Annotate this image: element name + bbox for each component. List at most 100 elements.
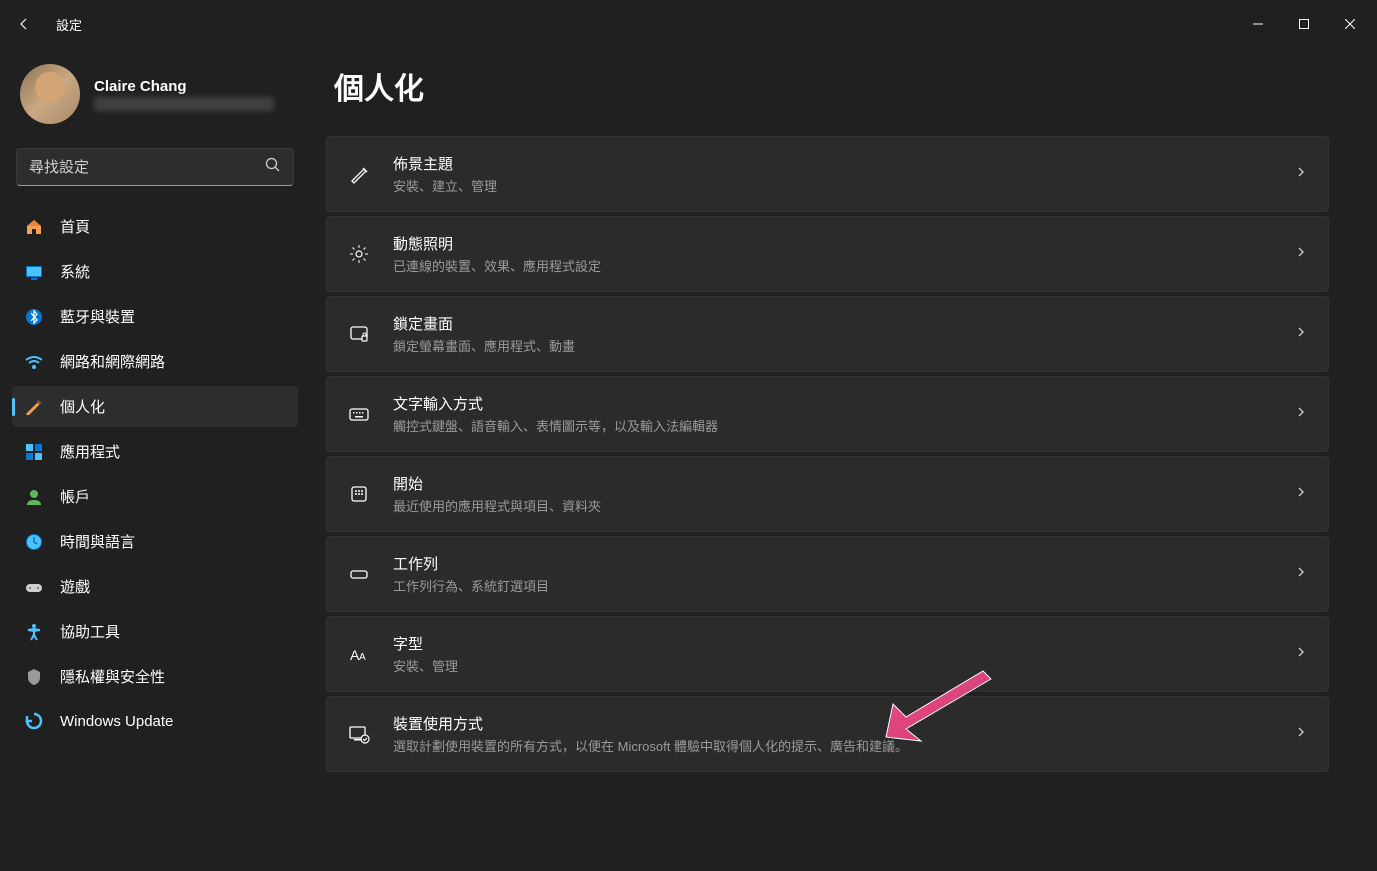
item-desc: 選取計劃使用裝置的所有方式，以便在 Microsoft 體驗中取得個人化的提示、… (393, 736, 1272, 755)
profile-text: Claire Chang (94, 78, 274, 111)
apps-icon (24, 442, 44, 462)
settings-item-keyboard[interactable]: 文字輸入方式 觸控式鍵盤、語音輸入、表情圖示等，以及輸入法編輯器 (326, 376, 1329, 452)
chevron-right-icon (1294, 165, 1308, 184)
profile-email (94, 97, 274, 111)
settings-list: 佈景主題 安裝、建立、管理 動態照明 已連線的裝置、效果、應用程式設定 鎖定畫面… (326, 136, 1329, 772)
lock-icon (347, 322, 371, 346)
item-text: 文字輸入方式 觸控式鍵盤、語音輸入、表情圖示等，以及輸入法編輯器 (393, 393, 1272, 435)
chevron-right-icon (1294, 245, 1308, 264)
keyboard-icon (347, 402, 371, 426)
settings-item-lighting[interactable]: 動態照明 已連線的裝置、效果、應用程式設定 (326, 216, 1329, 292)
minimize-button[interactable] (1235, 8, 1281, 40)
search-input[interactable] (29, 159, 265, 176)
item-title: 工作列 (393, 553, 1272, 574)
lighting-icon (347, 242, 371, 266)
nav-label: 隱私權與安全性 (60, 666, 165, 687)
settings-item-font[interactable]: AA 字型 安裝、管理 (326, 616, 1329, 692)
maximize-button[interactable] (1281, 8, 1327, 40)
nav-label: 個人化 (60, 396, 105, 417)
nav-item-update[interactable]: Windows Update (12, 701, 298, 741)
item-desc: 安裝、建立、管理 (393, 176, 1272, 195)
item-title: 開始 (393, 473, 1272, 494)
chevron-right-icon (1294, 645, 1308, 664)
theme-icon (347, 162, 371, 186)
nav-label: 協助工具 (60, 621, 120, 642)
settings-item-taskbar[interactable]: 工作列 工作列行為、系統釘選項目 (326, 536, 1329, 612)
item-text: 字型 安裝、管理 (393, 633, 1272, 675)
gaming-icon (24, 577, 44, 597)
item-text: 工作列 工作列行為、系統釘選項目 (393, 553, 1272, 595)
content: 個人化 佈景主題 安裝、建立、管理 動態照明 已連線的裝置、效果、應用 (310, 48, 1377, 871)
settings-item-lock[interactable]: 鎖定畫面 鎖定螢幕畫面、應用程式、動畫 (326, 296, 1329, 372)
item-desc: 鎖定螢幕畫面、應用程式、動畫 (393, 336, 1272, 355)
settings-item-usage[interactable]: 裝置使用方式 選取計劃使用裝置的所有方式，以便在 Microsoft 體驗中取得… (326, 696, 1329, 772)
account-icon (24, 487, 44, 507)
svg-text:A: A (359, 652, 366, 663)
item-title: 文字輸入方式 (393, 393, 1272, 414)
nav-item-personalize[interactable]: 個人化 (12, 386, 298, 427)
back-arrow-icon (16, 16, 32, 32)
nav-item-accessibility[interactable]: 協助工具 (12, 611, 298, 652)
settings-item-start[interactable]: 開始 最近使用的應用程式與項目、資料夾 (326, 456, 1329, 532)
profile-section[interactable]: Claire Chang (12, 48, 298, 148)
chevron-right-icon (1294, 485, 1308, 504)
nav-item-account[interactable]: 帳戶 (12, 476, 298, 517)
item-title: 字型 (393, 633, 1272, 654)
accessibility-icon (24, 622, 44, 642)
nav-item-system[interactable]: 系統 (12, 251, 298, 292)
personalize-icon (24, 397, 44, 417)
search-box[interactable] (16, 148, 294, 186)
nav-item-home[interactable]: 首頁 (12, 206, 298, 247)
sidebar: Claire Chang 首頁系統藍牙與裝置網路和網際網路個人化應用程式帳戶時間… (0, 48, 310, 871)
bluetooth-icon (24, 307, 44, 327)
item-desc: 工作列行為、系統釘選項目 (393, 576, 1272, 595)
item-title: 裝置使用方式 (393, 713, 1272, 734)
nav-label: 應用程式 (60, 441, 120, 462)
item-title: 動態照明 (393, 233, 1272, 254)
item-desc: 已連線的裝置、效果、應用程式設定 (393, 256, 1272, 275)
close-button[interactable] (1327, 8, 1373, 40)
taskbar-icon (347, 562, 371, 586)
item-title: 鎖定畫面 (393, 313, 1272, 334)
item-desc: 最近使用的應用程式與項目、資料夾 (393, 496, 1272, 515)
nav-label: 網路和網際網路 (60, 351, 165, 372)
nav-item-bluetooth[interactable]: 藍牙與裝置 (12, 296, 298, 337)
nav-item-time[interactable]: 時間與語言 (12, 521, 298, 562)
minimize-icon (1253, 19, 1263, 29)
page-title: 個人化 (326, 64, 1329, 108)
item-text: 裝置使用方式 選取計劃使用裝置的所有方式，以便在 Microsoft 體驗中取得… (393, 713, 1272, 755)
nav-label: Windows Update (60, 713, 173, 730)
font-icon: AA (347, 642, 371, 666)
window-controls (1235, 8, 1373, 40)
item-text: 動態照明 已連線的裝置、效果、應用程式設定 (393, 233, 1272, 275)
nav-item-network[interactable]: 網路和網際網路 (12, 341, 298, 382)
network-icon (24, 352, 44, 372)
back-button[interactable] (4, 4, 44, 44)
close-icon (1345, 19, 1355, 29)
nav-item-privacy[interactable]: 隱私權與安全性 (12, 656, 298, 697)
nav-item-gaming[interactable]: 遊戲 (12, 566, 298, 607)
app-title: 設定 (56, 15, 82, 34)
nav-list: 首頁系統藍牙與裝置網路和網際網路個人化應用程式帳戶時間與語言遊戲協助工具隱私權與… (12, 206, 298, 741)
system-icon (24, 262, 44, 282)
start-icon (347, 482, 371, 506)
usage-icon (347, 722, 371, 746)
chevron-right-icon (1294, 725, 1308, 744)
titlebar: 設定 (0, 0, 1377, 48)
profile-name: Claire Chang (94, 78, 274, 95)
item-text: 鎖定畫面 鎖定螢幕畫面、應用程式、動畫 (393, 313, 1272, 355)
nav-label: 帳戶 (60, 486, 90, 507)
maximize-icon (1299, 19, 1309, 29)
nav-item-apps[interactable]: 應用程式 (12, 431, 298, 472)
nav-label: 系統 (60, 261, 90, 282)
privacy-icon (24, 667, 44, 687)
item-title: 佈景主題 (393, 153, 1272, 174)
time-icon (24, 532, 44, 552)
chevron-right-icon (1294, 405, 1308, 424)
nav-label: 時間與語言 (60, 531, 135, 552)
item-desc: 安裝、管理 (393, 656, 1272, 675)
item-text: 開始 最近使用的應用程式與項目、資料夾 (393, 473, 1272, 515)
nav-label: 藍牙與裝置 (60, 306, 135, 327)
settings-item-theme[interactable]: 佈景主題 安裝、建立、管理 (326, 136, 1329, 212)
item-desc: 觸控式鍵盤、語音輸入、表情圖示等，以及輸入法編輯器 (393, 416, 1272, 435)
